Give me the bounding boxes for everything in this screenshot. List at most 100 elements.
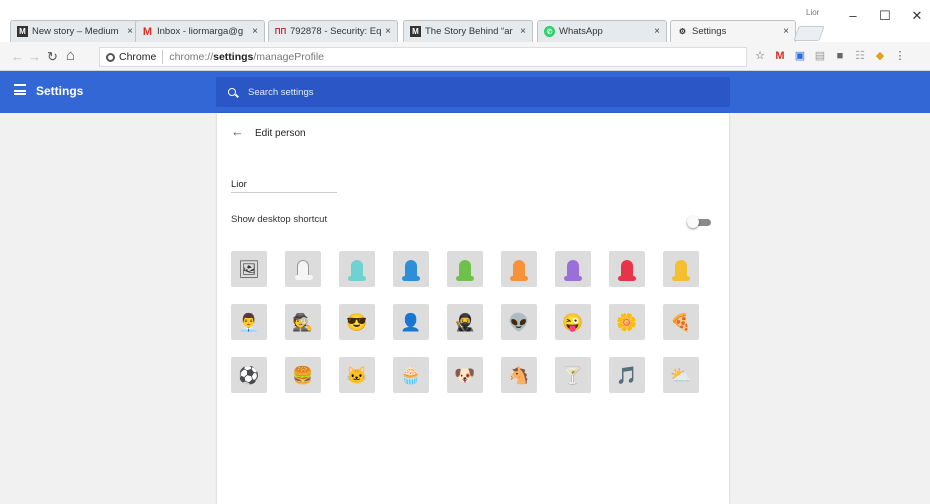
avatar-head-icon — [402, 259, 420, 281]
url-path: /manageProfile — [253, 51, 325, 63]
new-tab-button[interactable] — [793, 26, 825, 41]
avatar-businessman-icon: 👨‍💼 — [238, 312, 260, 332]
tab-close-icon[interactable]: × — [252, 26, 258, 37]
avatar-flower[interactable]: 🌼 — [609, 304, 645, 340]
tab-title: New story – Medium — [32, 26, 119, 37]
gmail-extension-icon[interactable]: M — [774, 50, 786, 62]
avatar-music-note[interactable]: 🎵 — [609, 357, 645, 393]
avatar-pizza[interactable]: 🍕 — [663, 304, 699, 340]
avatar-cocktail-icon: 🍸 — [562, 365, 584, 385]
avatar-flower-icon: 🌼 — [616, 312, 638, 332]
avatar-head-icon — [564, 259, 582, 281]
tab-close-icon[interactable]: × — [520, 26, 526, 37]
window-close-button[interactable]: ✕ — [902, 6, 930, 26]
desktop-shortcut-toggle[interactable] — [687, 216, 711, 228]
avatar-soccer[interactable]: ⚽ — [231, 357, 267, 393]
extension-icon[interactable]: ▤ — [814, 50, 826, 62]
person-name-input[interactable] — [231, 177, 337, 193]
avatar-person-dark[interactable]: 👤 — [393, 304, 429, 340]
maximize-button[interactable]: ☐ — [870, 6, 900, 26]
avatar-generic-yellow[interactable] — [663, 251, 699, 287]
avatar-dog[interactable]: 🐶 — [447, 357, 483, 393]
avatar-head-icon — [456, 259, 474, 281]
download-extension-icon[interactable]: ▣ — [794, 50, 806, 62]
forward-icon[interactable]: → — [28, 49, 41, 64]
tab-3[interactable]: M The Story Behind “ar × — [403, 20, 533, 42]
settings-header: Settings Search settings — [0, 71, 930, 113]
address-bar[interactable]: Chrome chrome://settings/manageProfile — [99, 47, 747, 67]
extension-icon[interactable]: ◆ — [874, 50, 886, 62]
avatar-sun-cloud[interactable]: ⛅ — [663, 357, 699, 393]
tab-close-icon[interactable]: × — [783, 26, 789, 37]
card-title: Edit person — [255, 128, 306, 139]
tab-title: Settings — [692, 26, 727, 37]
tab-1[interactable]: M Inbox - liormarga@g × — [135, 20, 265, 42]
avatar-cupcake[interactable]: 🧁 — [393, 357, 429, 393]
medium-icon: M — [410, 26, 421, 37]
avatar-cocktail[interactable]: 🍸 — [555, 357, 591, 393]
search-input[interactable]: Search settings — [216, 77, 730, 107]
avatar-head-icon — [672, 259, 690, 281]
avatar-alien[interactable]: 👽 — [501, 304, 537, 340]
star-icon[interactable]: ☆ — [754, 50, 766, 62]
reload-icon[interactable]: ↻ — [47, 49, 58, 65]
avatar-pizza-icon: 🍕 — [670, 312, 692, 332]
avatar-alien-icon: 👽 — [508, 312, 530, 332]
tab-4[interactable]: ✆ WhatsApp × — [537, 20, 667, 42]
home-icon[interactable]: ⌂ — [66, 47, 75, 64]
chrome-menu-icon[interactable]: ⋮ — [894, 50, 906, 62]
avatar-generic-green[interactable] — [447, 251, 483, 287]
avatar-head-icon — [618, 259, 636, 281]
avatar-head-icon — [510, 259, 528, 281]
avatar-generic-orange[interactable] — [501, 251, 537, 287]
profile-name-label[interactable]: Lior — [806, 8, 819, 17]
avatar-head-icon — [348, 259, 366, 281]
chrome-site-icon — [106, 52, 115, 62]
browser-toolbar: ← → ↻ ⌂ Chrome chrome://settings/manageP… — [0, 42, 930, 71]
avatar-cat[interactable]: 🐱 — [339, 357, 375, 393]
avatar-head-icon — [295, 259, 313, 280]
minimize-button[interactable]: – — [838, 6, 868, 26]
avatar-burger-icon: 🍔 — [292, 365, 314, 385]
back-arrow-icon[interactable]: ← — [231, 124, 244, 139]
extension-icon[interactable]: ■ — [834, 50, 846, 62]
avatar-photo[interactable]: 🖼 — [231, 251, 267, 287]
avatar-ninja[interactable]: 🥷 — [447, 304, 483, 340]
gmail-icon: M — [142, 25, 153, 38]
avatar-ninja-glasses[interactable]: 🕵 — [285, 304, 321, 340]
avatar-horse[interactable]: 🐴 — [501, 357, 537, 393]
search-placeholder: Search settings — [248, 86, 314, 98]
avatar-generic-purple[interactable] — [555, 251, 591, 287]
divider — [162, 50, 164, 64]
avatar-businessman[interactable]: 👨‍💼 — [231, 304, 267, 340]
avatar-generic-white[interactable] — [285, 251, 321, 287]
avatar-generic-red[interactable] — [609, 251, 645, 287]
avatar-burger[interactable]: 🍔 — [285, 357, 321, 393]
avatar-sun-cloud-icon: ⛅ — [670, 365, 692, 385]
tab-2[interactable]: ΠΠ 792878 - Security: Eq × — [268, 20, 398, 42]
desktop-shortcut-label: Show desktop shortcut — [231, 214, 328, 225]
avatar-dog-icon: 🐶 — [454, 365, 476, 385]
avatar-generic-blue[interactable] — [393, 251, 429, 287]
tab-close-icon[interactable]: × — [385, 26, 391, 37]
tab-5[interactable]: ⚙ Settings × — [670, 20, 796, 42]
tab-title: Inbox - liormarga@g — [157, 26, 244, 37]
back-icon[interactable]: ← — [11, 49, 24, 64]
avatar-person-dark-icon: 👤 — [400, 312, 422, 332]
avatar-cupcake-icon: 🧁 — [400, 365, 422, 385]
avatar-generic-teal[interactable] — [339, 251, 375, 287]
tab-close-icon[interactable]: × — [654, 26, 660, 37]
site-label: Chrome — [119, 51, 157, 63]
hamburger-menu-icon[interactable] — [14, 84, 26, 95]
browser-titlebar: M New story – Medium × M Inbox - liormarga@g… — [0, 0, 930, 42]
tab-title: The Story Behind “ar — [425, 26, 513, 37]
avatar-ninja-glasses-icon: 🕵 — [292, 312, 314, 332]
avatar-cat-icon: 🐱 — [346, 365, 368, 385]
avatar-sunglasses[interactable]: 😎 — [339, 304, 375, 340]
extension-icon[interactable]: ☷ — [854, 50, 866, 62]
tab-close-icon[interactable]: × — [127, 26, 133, 37]
tab-0[interactable]: M New story – Medium × — [10, 20, 140, 42]
url-scheme: chrome:// — [169, 51, 214, 63]
avatar-smiley[interactable]: 😜 — [555, 304, 591, 340]
avatar-photo-icon: 🖼 — [238, 259, 260, 279]
